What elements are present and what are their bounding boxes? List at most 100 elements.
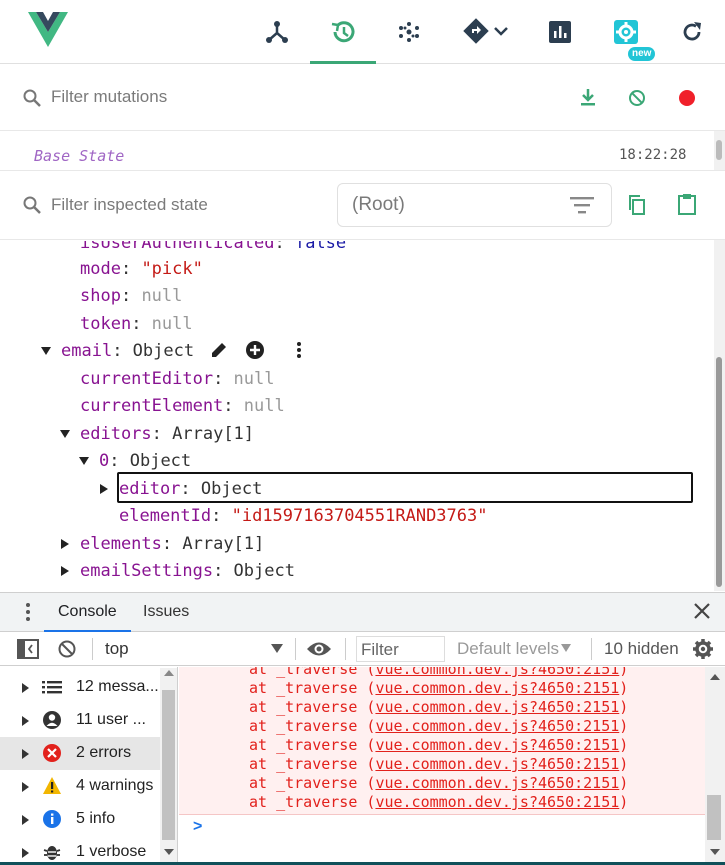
expand-arrow-icon[interactable] bbox=[22, 683, 29, 693]
performance-icon[interactable] bbox=[540, 12, 580, 52]
console-prompt[interactable]: > bbox=[193, 818, 202, 836]
error-icon bbox=[42, 743, 62, 763]
tree-row[interactable]: elements: Array[1] bbox=[80, 531, 264, 557]
sidebar-item-warnings[interactable]: 4 warnings bbox=[0, 770, 160, 803]
state-tree: isUserAuthenticated: false mode: "pick" … bbox=[0, 241, 714, 591]
tree-row[interactable]: mode: "pick" bbox=[80, 256, 203, 282]
log-scrollbar-thumb[interactable] bbox=[707, 795, 721, 840]
tree-row-email[interactable]: email: Object bbox=[61, 338, 194, 364]
log-line: at _traverse (vue.common.dev.js?4650:215… bbox=[249, 667, 629, 678]
log-line: at _traverse (vue.common.dev.js?4650:215… bbox=[249, 774, 629, 792]
settings-icon[interactable] bbox=[606, 12, 646, 52]
vuex-icon[interactable] bbox=[389, 12, 429, 52]
vue-logo-icon bbox=[28, 12, 68, 53]
sidebar-toggle-icon[interactable] bbox=[17, 639, 39, 664]
tab-issues[interactable]: Issues bbox=[143, 592, 189, 632]
tree-row[interactable]: shop: null bbox=[80, 283, 182, 309]
log-line: at _traverse (vue.common.dev.js?4650:215… bbox=[249, 755, 629, 773]
scroll-down-icon[interactable] bbox=[710, 849, 720, 855]
tree-row[interactable]: currentEditor: null bbox=[80, 366, 275, 392]
collapse-arrow-icon[interactable] bbox=[60, 430, 70, 438]
user-icon bbox=[42, 710, 62, 730]
divider bbox=[92, 638, 93, 660]
divider bbox=[345, 638, 346, 660]
search-icon bbox=[22, 195, 42, 220]
search-icon bbox=[22, 88, 42, 113]
copy-icon[interactable] bbox=[626, 193, 648, 222]
record-icon[interactable] bbox=[677, 88, 697, 113]
divider bbox=[295, 638, 296, 660]
add-icon[interactable] bbox=[245, 340, 265, 364]
sidebar-item-errors[interactable]: 2 errors bbox=[0, 737, 160, 770]
console-filter-placeholder: Filter bbox=[361, 640, 399, 659]
download-icon[interactable] bbox=[577, 86, 599, 113]
expand-arrow-icon[interactable] bbox=[22, 815, 29, 825]
tree-row[interactable]: editors: Array[1] bbox=[80, 421, 254, 447]
clear-console-icon[interactable] bbox=[57, 639, 77, 664]
eye-icon[interactable] bbox=[306, 640, 332, 663]
bug-icon bbox=[42, 842, 62, 862]
active-tab-indicator bbox=[310, 61, 376, 64]
selected-row-outline bbox=[117, 472, 693, 503]
collapse-arrow-icon[interactable] bbox=[41, 347, 51, 355]
log-line: at _traverse (vue.common.dev.js?4650:215… bbox=[249, 698, 629, 716]
scroll-down-icon[interactable] bbox=[164, 849, 174, 855]
root-select-value: (Root) bbox=[352, 194, 405, 215]
collapse-arrow-icon[interactable] bbox=[79, 457, 89, 465]
clear-icon[interactable] bbox=[626, 87, 648, 114]
expand-arrow-icon[interactable] bbox=[22, 848, 29, 858]
log-line: at _traverse (vue.common.dev.js?4650:215… bbox=[249, 679, 629, 697]
filter-inspected-state-input[interactable]: Filter inspected state bbox=[51, 195, 208, 215]
close-icon[interactable] bbox=[693, 602, 711, 625]
sidebar-item-user[interactable]: 11 user ... bbox=[0, 704, 160, 737]
list-icon bbox=[42, 677, 62, 697]
scrollbar-thumb[interactable] bbox=[716, 357, 722, 587]
context-dropdown-icon[interactable] bbox=[271, 644, 283, 653]
paste-icon[interactable] bbox=[676, 192, 698, 221]
expand-arrow-icon[interactable] bbox=[100, 484, 108, 494]
new-badge: new bbox=[628, 47, 656, 61]
log-line: at _traverse (vue.common.dev.js?4650:215… bbox=[249, 736, 629, 754]
expand-arrow-icon[interactable] bbox=[61, 539, 69, 549]
scroll-up-icon[interactable] bbox=[164, 670, 174, 676]
timeline-icon[interactable] bbox=[323, 12, 363, 52]
tree-row[interactable]: emailSettings: Object bbox=[80, 558, 295, 584]
components-icon[interactable] bbox=[257, 12, 297, 52]
tree-row[interactable]: currentElement: null bbox=[80, 393, 285, 419]
base-state-time: 18:22:28 bbox=[619, 147, 687, 163]
filter-list-icon[interactable] bbox=[569, 194, 595, 221]
expand-arrow-icon[interactable] bbox=[22, 716, 29, 726]
expand-arrow-icon[interactable] bbox=[22, 749, 29, 759]
more-options-icon[interactable] bbox=[289, 340, 309, 364]
routing-icon[interactable] bbox=[457, 12, 517, 52]
tree-row[interactable]: elementId: "id1597163704551RAND3763" bbox=[119, 503, 487, 529]
log-line: at _traverse (vue.common.dev.js?4650:215… bbox=[249, 717, 629, 735]
tree-row[interactable]: token: null bbox=[80, 311, 193, 337]
sidebar-item-messages[interactable]: 12 messa... bbox=[0, 671, 160, 704]
gear-icon[interactable] bbox=[692, 638, 714, 665]
base-state-label: Base State bbox=[34, 147, 125, 165]
edit-icon[interactable] bbox=[209, 340, 229, 364]
expand-arrow-icon[interactable] bbox=[22, 782, 29, 792]
filter-mutations-input[interactable]: Filter mutations bbox=[51, 87, 167, 107]
divider bbox=[591, 638, 592, 660]
refresh-icon[interactable] bbox=[672, 12, 712, 52]
context-select-value[interactable]: top bbox=[105, 632, 129, 666]
scroll-up-icon[interactable] bbox=[710, 674, 720, 680]
scrollbar-thumb[interactable] bbox=[716, 140, 722, 160]
drawer-menu-icon[interactable] bbox=[22, 600, 34, 629]
levels-dropdown-icon[interactable] bbox=[561, 644, 571, 652]
sidebar-scrollbar-thumb[interactable] bbox=[162, 690, 175, 840]
warning-icon bbox=[42, 776, 62, 796]
tab-console[interactable]: Console bbox=[44, 592, 131, 632]
log-line: at _traverse (vue.common.dev.js?4650:215… bbox=[249, 793, 629, 811]
expand-arrow-icon[interactable] bbox=[61, 566, 69, 576]
sidebar-item-info[interactable]: 5 info bbox=[0, 803, 160, 836]
hidden-count: 10 hidden bbox=[604, 639, 679, 658]
tree-row[interactable]: 0: Object bbox=[99, 448, 191, 474]
sidebar-item-verbose[interactable]: 1 verbose bbox=[0, 836, 160, 865]
info-icon bbox=[42, 809, 62, 829]
log-levels-select[interactable]: Default levels bbox=[457, 632, 559, 666]
console-log-area: at _traverse (vue.common.dev.js?4650:215… bbox=[179, 667, 705, 815]
tree-row[interactable]: isUserAuthenticated: false bbox=[80, 241, 346, 256]
